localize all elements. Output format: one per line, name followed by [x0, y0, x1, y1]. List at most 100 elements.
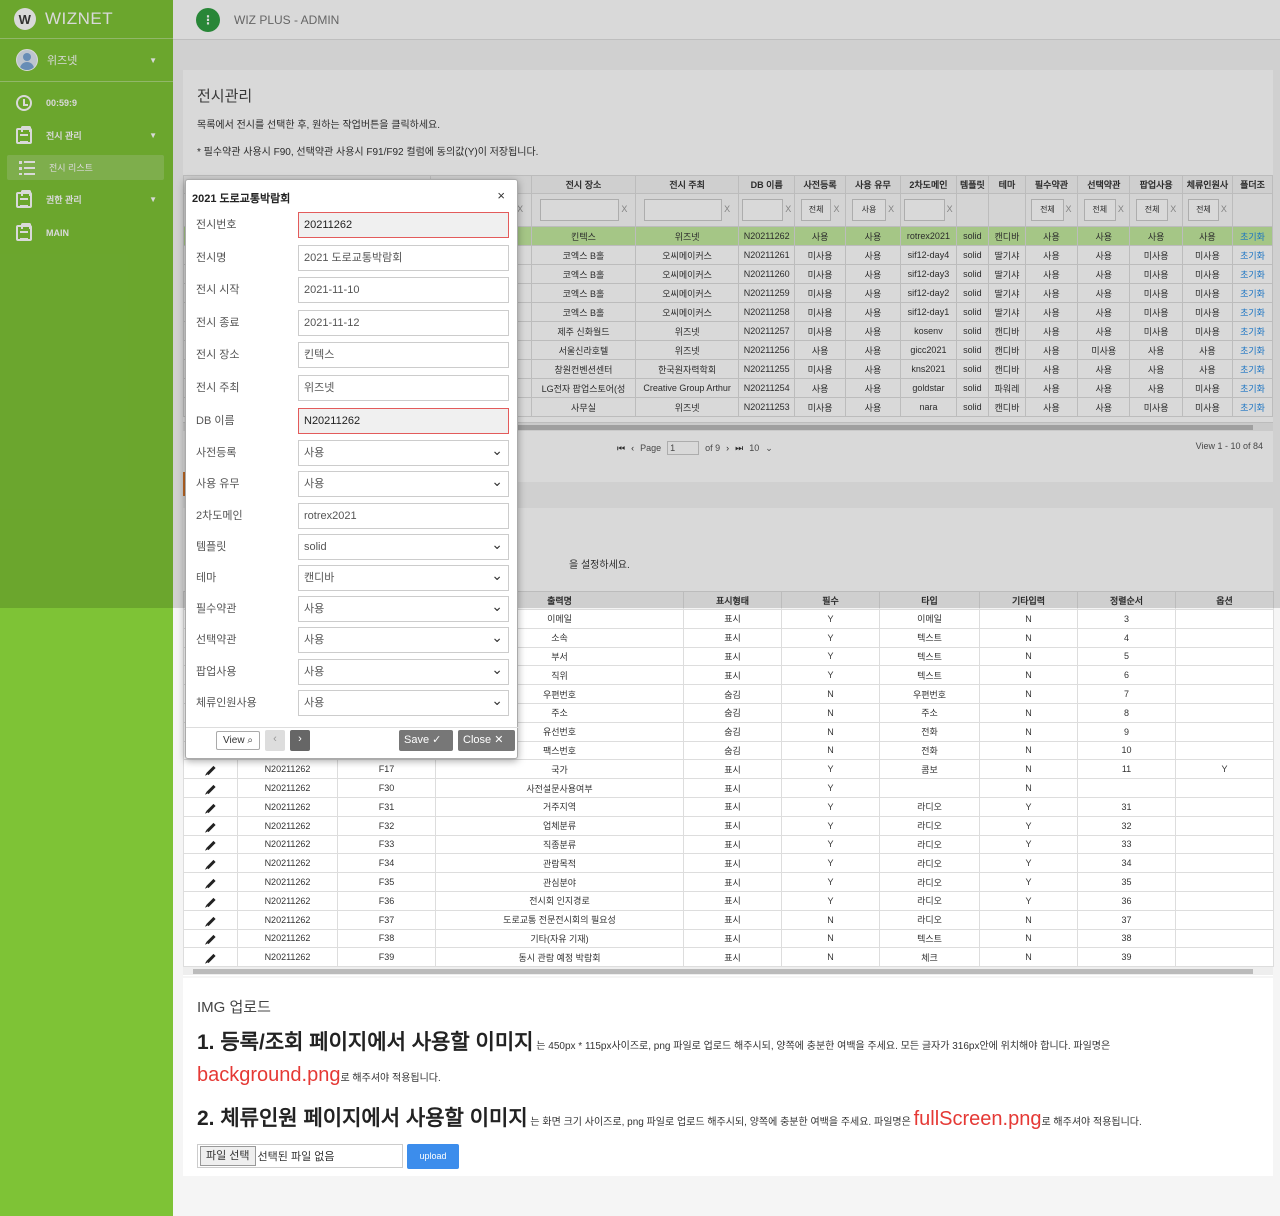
field-select[interactable]: 사용: [298, 469, 509, 498]
pencil-icon[interactable]: [205, 784, 216, 795]
pencil-icon[interactable]: [205, 822, 216, 832]
table-row[interactable]: N20211262 F32 업체분류 표시 Y 라디오 Y 32: [183, 815, 1274, 836]
table-cell: [1175, 834, 1274, 855]
field-input[interactable]: N20211262: [298, 407, 509, 434]
edit-cell[interactable]: [183, 796, 238, 817]
file-input[interactable]: 파일 선택 선택된 파일 없음: [197, 1144, 403, 1168]
table-row[interactable]: N20211262 F38 기타(자유 기재) 표시 N 텍스트 N 38: [183, 928, 1274, 949]
table-cell: 35: [1077, 872, 1176, 892]
field-select[interactable]: solid: [298, 532, 509, 560]
table-row[interactable]: N20211262 F30 사전설문사용여부 표시 Y N: [183, 778, 1274, 798]
table-row[interactable]: N20211262 F31 거주지역 표시 Y 라디오 Y 31: [183, 796, 1274, 817]
pencil-icon[interactable]: [205, 803, 216, 813]
table-cell: [1175, 740, 1274, 761]
field-select[interactable]: 캔디바: [298, 563, 509, 591]
horizontal-scrollbar[interactable]: [183, 966, 1273, 975]
close-icon[interactable]: ×: [497, 188, 505, 203]
table-cell: N20211262: [237, 853, 338, 874]
edit-cell[interactable]: [183, 778, 238, 798]
table-cell: F32: [337, 815, 436, 836]
instruction-heading: 1. 등록/조회 페이지에서 사용할 이미지: [197, 1031, 534, 1054]
table-cell: 동시 관람 예정 박람회: [435, 947, 684, 968]
field-input[interactable]: 2021 도로교통박람회: [298, 244, 509, 271]
instruction-text: 는 450px * 115px사이즈로, png 파일로 업로드 해주시되, 양…: [533, 1041, 1111, 1052]
field-input[interactable]: rotrex2021: [298, 502, 509, 529]
edit-cell[interactable]: [183, 815, 238, 836]
edit-cell[interactable]: [183, 909, 238, 930]
table-row[interactable]: N20211262 F17 국가 표시 Y 콤보 N 11 Y: [183, 759, 1274, 780]
table-cell: 표시: [683, 890, 782, 911]
pencil-icon[interactable]: [205, 766, 216, 776]
field-select[interactable]: 사용: [298, 688, 509, 716]
field-input[interactable]: 20211262: [298, 212, 509, 238]
pencil-icon[interactable]: [205, 860, 216, 870]
table-row[interactable]: N20211262 F33 직종분류 표시 Y 라디오 Y 33: [183, 834, 1274, 855]
pencil-icon[interactable]: [205, 878, 216, 889]
table-cell: 9: [1077, 721, 1176, 742]
edit-cell[interactable]: [183, 759, 238, 780]
table-cell: 사전설문사용여부: [435, 778, 684, 798]
form-row: 테마 캔디바: [186, 563, 519, 593]
table-cell: Y: [979, 853, 1078, 874]
upload-instruction-2: 2. 체류인원 페이지에서 사용할 이미지 는 화면 크기 사이즈로, png …: [197, 1102, 1142, 1132]
field-label: 전시번호: [196, 219, 237, 231]
field-select[interactable]: 사용: [298, 438, 509, 467]
table-row[interactable]: N20211262 F36 전시회 인지경로 표시 Y 라디오 Y 36: [183, 890, 1274, 911]
table-row[interactable]: N20211262 F39 동시 관람 예정 박람회 표시 N 체크 N 39: [183, 947, 1274, 968]
table-cell: 텍스트: [879, 627, 980, 648]
form-row: 전시번호 20211262: [186, 212, 519, 240]
pencil-icon[interactable]: [205, 841, 216, 851]
table-row[interactable]: N20211262 F35 관심분야 표시 Y 라디오 Y 35: [183, 872, 1274, 892]
edit-cell[interactable]: [183, 947, 238, 968]
form-row: 필수약관 사용: [186, 594, 519, 624]
view-button[interactable]: View ⌕: [216, 731, 260, 750]
edit-cell[interactable]: [183, 928, 238, 949]
edit-dialog: 2021 도로교통박람회 × 전시번호 20211262 전시명 2021 도로교통박…: [185, 179, 519, 759]
form-row: 전시명 2021 도로교통박람회: [186, 244, 519, 273]
field-input[interactable]: 2021-11-10: [298, 277, 509, 304]
file-select-button[interactable]: 파일 선택: [200, 1146, 256, 1166]
form-row: 템플릿 solid: [186, 532, 519, 562]
table-cell: [1175, 815, 1274, 836]
table-cell: [879, 778, 980, 798]
table-row[interactable]: N20211262 F37 도로교통 전문전시회의 필요성 표시 N 라디오 N 37: [183, 909, 1274, 930]
field-select[interactable]: 사용: [298, 625, 509, 654]
table-cell: N: [781, 928, 880, 949]
table-cell: 36: [1077, 890, 1176, 911]
table-cell: [1175, 890, 1274, 911]
instruction-heading: 2. 체류인원 페이지에서 사용할 이미지: [197, 1107, 528, 1130]
scrollbar-thumb[interactable]: [193, 969, 1253, 974]
table-cell: N: [979, 721, 1078, 742]
table-cell: 7: [1077, 684, 1176, 704]
pencil-icon[interactable]: [205, 935, 216, 945]
prev-record-button[interactable]: ‹: [265, 730, 285, 751]
upload-button[interactable]: upload: [407, 1144, 459, 1169]
field-input[interactable]: 2021-11-12: [298, 309, 509, 336]
close-button[interactable]: Close ✕: [458, 730, 515, 751]
field-input[interactable]: 위즈넷: [298, 375, 509, 401]
table-cell: [1077, 778, 1176, 798]
form-row: 선택약관 사용: [186, 625, 519, 655]
pencil-icon[interactable]: [205, 954, 216, 964]
field-input[interactable]: 킨텍스: [298, 342, 509, 369]
field-select[interactable]: 사용: [298, 657, 509, 685]
close-button-label: Close: [463, 734, 492, 746]
table-cell: N20211262: [237, 759, 338, 780]
save-button-label: Save: [404, 734, 430, 746]
field-select[interactable]: 사용: [298, 594, 509, 623]
next-record-button[interactable]: ›: [290, 730, 310, 751]
table-cell: [1175, 853, 1274, 874]
edit-cell[interactable]: [183, 853, 238, 874]
table-cell: Y: [781, 834, 880, 855]
edit-cell[interactable]: [183, 872, 238, 892]
table-row[interactable]: N20211262 F34 관람목적 표시 Y 라디오 Y 34: [183, 853, 1274, 874]
edit-cell[interactable]: [183, 890, 238, 911]
pencil-icon[interactable]: [205, 916, 216, 926]
save-button[interactable]: Save ✓: [399, 730, 453, 751]
edit-cell[interactable]: [183, 834, 238, 855]
table-cell: F33: [337, 834, 436, 855]
field-label: DB 이름: [196, 414, 235, 427]
table-cell: 숨김: [683, 740, 782, 761]
field-label: 체류인원사용: [196, 696, 257, 709]
pencil-icon[interactable]: [205, 897, 216, 907]
